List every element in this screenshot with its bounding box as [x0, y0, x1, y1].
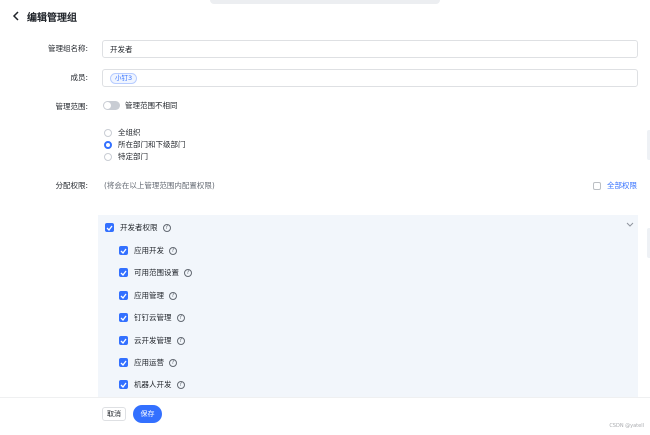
scope-toggle-label: 管理范围不相同 [125, 101, 178, 110]
scope-option-label: 全组织 [118, 128, 141, 137]
question-icon[interactable]: ? [176, 336, 185, 345]
permission-item-label: 应用管理 [134, 291, 164, 300]
permission-item[interactable]: 应用运营 ? [119, 357, 177, 368]
scope-label: 管理范围: [55, 102, 88, 111]
page-header: 编辑管理组 [10, 9, 77, 24]
permission-item-label: 钉钉云管理 [134, 313, 172, 322]
members-label: 成员: [70, 73, 88, 82]
scope-option-dept[interactable]: 所在部门和下级部门 [104, 139, 186, 150]
permissions-hint: (将会在以上管理范围内配置权限) [104, 181, 215, 190]
watermark: CSDN @yatell [609, 423, 644, 429]
checkbox-checked-icon[interactable] [119, 246, 128, 255]
permission-item[interactable]: 云开发管理 ? [119, 335, 185, 346]
radio-icon[interactable] [104, 152, 112, 161]
checkbox-checked-icon[interactable] [119, 291, 128, 300]
permission-item-label: 机器人开发 [134, 380, 172, 389]
checkbox-checked-icon[interactable] [119, 313, 128, 322]
save-button[interactable]: 保存 [133, 405, 162, 423]
scope-toggle[interactable] [103, 101, 120, 110]
member-tag[interactable]: 小钉3 [110, 72, 138, 84]
scope-option-label: 特定部门 [118, 152, 148, 161]
checkbox-checked-icon[interactable] [119, 336, 128, 345]
group-name-value: 开发者 [110, 44, 133, 54]
permission-item-label: 云开发管理 [134, 336, 172, 345]
permissions-panel [98, 215, 638, 400]
back-icon[interactable] [10, 10, 22, 22]
checkbox-checked-icon[interactable] [119, 380, 128, 389]
permission-item-label: 应用开发 [134, 246, 164, 255]
checkbox-checked-icon[interactable] [119, 358, 128, 367]
group-name-label: 管理组名称: [47, 44, 88, 53]
page-title: 编辑管理组 [27, 12, 77, 24]
checkbox-checked-icon[interactable] [105, 223, 114, 232]
all-permissions-label: 全部权限 [607, 181, 637, 190]
top-overlay-edge [210, 0, 440, 4]
radio-icon[interactable] [104, 128, 112, 137]
members-input[interactable]: 小钉3 [102, 69, 638, 87]
chevron-down-icon[interactable] [626, 221, 634, 229]
toggle-knob [104, 102, 111, 109]
permission-item-label: 应用运营 [134, 358, 164, 367]
scope-option-all[interactable]: 全组织 [104, 127, 141, 138]
group-name-input[interactable]: 开发者 [102, 40, 638, 58]
cancel-button[interactable]: 取消 [102, 407, 126, 421]
question-icon[interactable]: ? [176, 380, 185, 389]
question-icon[interactable]: ? [162, 223, 171, 232]
permission-item[interactable]: 机器人开发 ? [119, 379, 185, 390]
checkbox-checked-icon[interactable] [119, 268, 128, 277]
question-icon[interactable]: ? [169, 358, 177, 367]
permission-item-label: 可用范围设置 [134, 268, 179, 277]
question-icon[interactable]: ? [184, 268, 192, 277]
all-permissions-checkbox[interactable]: 全部权限 [593, 180, 637, 191]
permission-item[interactable]: 应用开发 ? [119, 245, 177, 256]
question-icon[interactable]: ? [169, 291, 177, 300]
question-icon[interactable]: ? [176, 313, 185, 322]
permission-item[interactable]: 可用范围设置 ? [119, 267, 192, 278]
permissions-label: 分配权限: [55, 181, 88, 190]
question-icon[interactable]: ? [169, 246, 177, 255]
checkbox-empty-icon[interactable] [593, 181, 601, 190]
permission-item[interactable]: 钉钉云管理 ? [119, 312, 185, 323]
radio-checked-icon[interactable] [104, 140, 112, 149]
scope-option-label: 所在部门和下级部门 [118, 140, 186, 149]
permission-group-label: 开发者权限 [120, 223, 158, 232]
permission-group-developer[interactable]: 开发者权限 ? [105, 222, 171, 233]
scope-option-specific[interactable]: 特定部门 [104, 151, 148, 162]
permission-item[interactable]: 应用管理 ? [119, 290, 177, 301]
footer-bar [0, 397, 650, 435]
